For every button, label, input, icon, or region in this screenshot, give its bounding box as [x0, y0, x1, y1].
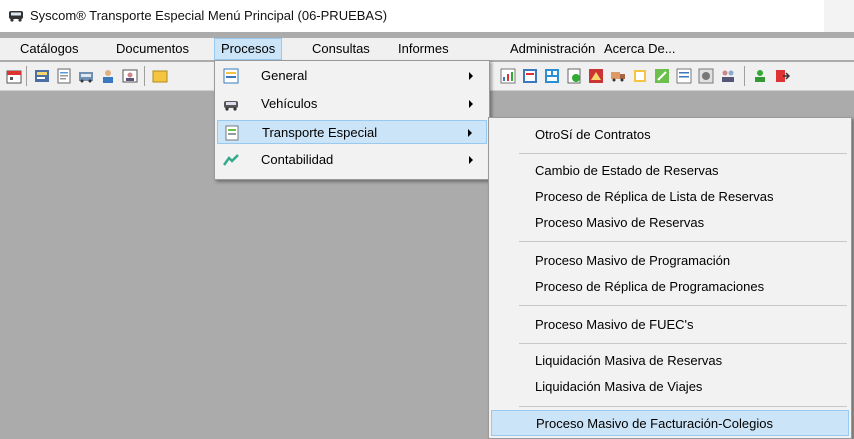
- schedule-icon[interactable]: [522, 68, 538, 84]
- submenu-item-liquidacion-viajes[interactable]: Liquidación Masiva de Viajes: [491, 374, 849, 400]
- menu-acerca-de[interactable]: Acerca De...: [598, 38, 682, 60]
- toolbar-separator: [26, 66, 27, 86]
- submenu-item-otrosi-contratos[interactable]: OtroSí de Contratos: [491, 122, 849, 148]
- menu-item-transporte-especial[interactable]: Transporte Especial: [217, 120, 487, 144]
- transport-icon: [225, 125, 239, 141]
- menu-item-contabilidad[interactable]: Contabilidad: [217, 148, 487, 172]
- submenu-item-label: Liquidación Masiva de Viajes: [535, 379, 703, 394]
- edit-icon[interactable]: [654, 68, 670, 84]
- menu-catalogos[interactable]: Catálogos: [14, 38, 85, 60]
- submenu-arrow-icon: [469, 100, 473, 108]
- submenu-item-label: Proceso Masivo de Facturación-Colegios: [536, 416, 773, 431]
- book-icon[interactable]: [632, 68, 648, 84]
- exit-icon[interactable]: [774, 68, 790, 84]
- menu-separator: [519, 406, 847, 407]
- menu-procesos[interactable]: Procesos: [214, 38, 283, 60]
- menu-administracion[interactable]: Administración: [504, 38, 601, 60]
- menu-informes[interactable]: Informes: [392, 38, 455, 60]
- accounting-icon: [223, 154, 239, 166]
- vehicle-card-icon[interactable]: [78, 68, 94, 84]
- general-icon: [223, 68, 239, 84]
- submenu-item-label: Proceso de Réplica de Lista de Reservas: [535, 189, 774, 204]
- submenu-arrow-icon: [469, 156, 473, 164]
- submenu-item-masivo-fuec[interactable]: Proceso Masivo de FUEC's: [491, 312, 849, 338]
- submenu-item-cambio-estado-reservas[interactable]: Cambio de Estado de Reservas: [491, 158, 849, 184]
- procesos-menu: General Vehículos Transporte Especial Co…: [214, 60, 490, 180]
- window-title: Syscom® Transporte Especial Menú Princip…: [30, 8, 388, 23]
- truck-icon[interactable]: [610, 68, 626, 84]
- menu-separator: [519, 343, 847, 344]
- menu-separator: [519, 241, 847, 242]
- submenu-item-label: Cambio de Estado de Reservas: [535, 163, 719, 178]
- menu-consultas[interactable]: Consultas: [306, 38, 376, 60]
- calendar-icon[interactable]: [6, 68, 22, 84]
- submenu-item-label: Proceso de Réplica de Programaciones: [535, 279, 765, 294]
- menu-bar: Catálogos Documentos Procesos Consultas …: [0, 38, 854, 60]
- transporte-especial-submenu: OtroSí de Contratos Cambio de Estado de …: [488, 117, 852, 439]
- submenu-item-label: Proceso Masivo de FUEC's: [535, 317, 694, 332]
- submenu-item-replica-lista-reservas[interactable]: Proceso de Réplica de Lista de Reservas: [491, 184, 849, 210]
- submenu-arrow-icon: [468, 129, 472, 137]
- menu-item-label: Contabilidad: [261, 152, 334, 167]
- submenu-item-label: Proceso Masivo de Reservas: [535, 215, 705, 230]
- toolbar-separator: [144, 66, 145, 86]
- folder-icon[interactable]: [152, 68, 168, 84]
- submenu-item-replica-programaciones[interactable]: Proceso de Réplica de Programaciones: [491, 274, 849, 300]
- window-control-button[interactable]: [824, 0, 854, 32]
- submenu-item-label: Liquidación Masiva de Reservas: [535, 353, 723, 368]
- chart-icon[interactable]: [500, 68, 516, 84]
- grid-icon[interactable]: [544, 68, 560, 84]
- submenu-item-label: Proceso Masivo de Programación: [535, 253, 731, 268]
- invoice-icon[interactable]: [34, 68, 50, 84]
- driver-icon[interactable]: [100, 68, 116, 84]
- user-group-icon[interactable]: [752, 68, 768, 84]
- submenu-item-facturacion-colegios[interactable]: Proceso Masivo de Facturación-Colegios: [491, 410, 849, 436]
- user-card-icon[interactable]: [122, 68, 138, 84]
- bus-icon: [9, 11, 23, 22]
- car-icon: [224, 101, 238, 111]
- submenu-item-liquidacion-reservas[interactable]: Liquidación Masiva de Reservas: [491, 348, 849, 374]
- menu-documentos[interactable]: Documentos: [110, 38, 195, 60]
- menu-separator: [519, 153, 847, 154]
- route-icon[interactable]: [588, 68, 604, 84]
- settings-icon[interactable]: [698, 68, 714, 84]
- submenu-item-masivo-reservas[interactable]: Proceso Masivo de Reservas: [491, 210, 849, 236]
- submenu-arrow-icon: [469, 72, 473, 80]
- menu-item-label: General: [261, 68, 308, 83]
- menu-item-general[interactable]: General: [217, 64, 487, 88]
- title-bar: Syscom® Transporte Especial Menú Princip…: [0, 0, 854, 32]
- menu-item-label: Vehículos: [261, 96, 318, 111]
- menu-item-label: Transporte Especial: [262, 125, 378, 140]
- document-icon[interactable]: [566, 68, 582, 84]
- submenu-item-label: OtroSí de Contratos: [535, 127, 651, 142]
- people-icon[interactable]: [720, 68, 736, 84]
- submenu-item-masivo-programacion[interactable]: Proceso Masivo de Programación: [491, 248, 849, 274]
- menu-separator: [519, 305, 847, 306]
- menu-item-vehiculos[interactable]: Vehículos: [217, 92, 487, 116]
- report-icon[interactable]: [56, 68, 72, 84]
- list-icon[interactable]: [676, 68, 692, 84]
- toolbar-separator: [744, 66, 745, 86]
